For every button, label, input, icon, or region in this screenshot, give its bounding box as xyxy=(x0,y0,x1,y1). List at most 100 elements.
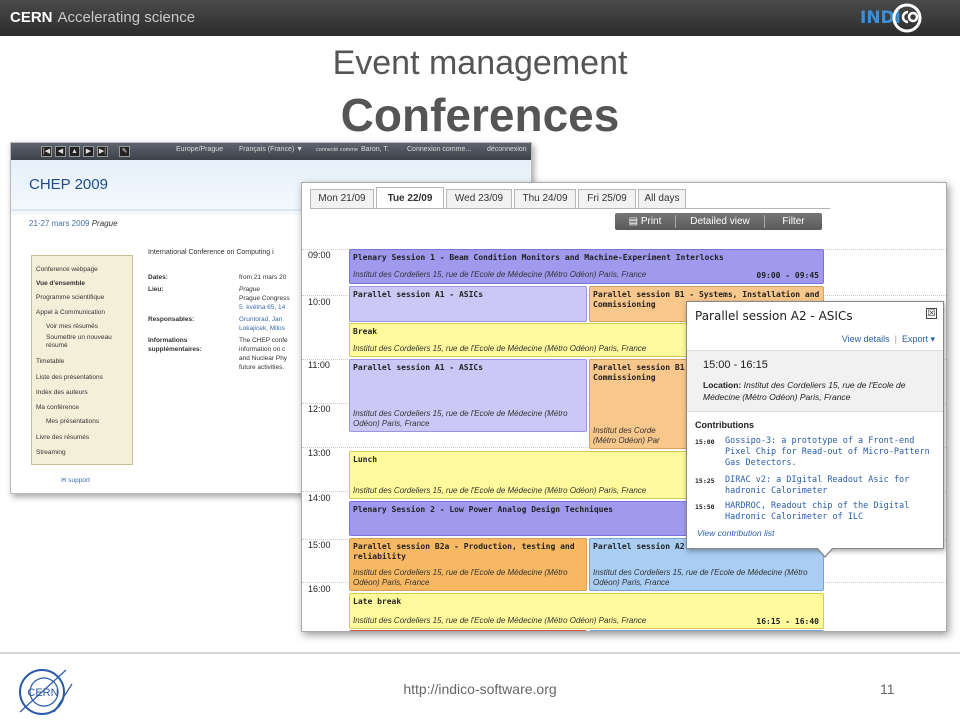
more-info-text: and Nuclear Phy xyxy=(239,355,288,362)
cern-logo-icon: CERN xyxy=(19,669,73,715)
menu-item[interactable]: Livre des résumés xyxy=(36,434,89,441)
contribution-time: 15:50 xyxy=(695,503,715,511)
session-block-a1[interactable]: Parallel session A1 - ASICs Institut des… xyxy=(349,359,587,432)
session-title: Late break xyxy=(353,597,402,606)
timetable-screenshot: Mon 21/09 Tue 22/09 Wed 23/09 Thu 24/09 … xyxy=(301,182,947,632)
menu-item[interactable]: Appel à Communication xyxy=(36,309,105,316)
edit-icon[interactable]: ✎ xyxy=(119,146,130,157)
menu-item[interactable]: Conference webpage xyxy=(36,266,98,273)
printer-icon: ▤ xyxy=(628,216,641,227)
cern-logo-text: CERN xyxy=(27,687,58,699)
place-address-link[interactable]: 5. května 65, 14 xyxy=(239,304,285,311)
session-location: Institut des Cordeliers 15, rue de l'Eco… xyxy=(593,568,808,587)
popup-location: Location: Institut des Cordeliers 15, ru… xyxy=(703,379,938,403)
slide-subtitle: Conferences xyxy=(340,89,620,141)
menu-item[interactable]: Index des auteurs xyxy=(36,389,88,396)
tab-fri[interactable]: Fri 25/09 xyxy=(578,189,636,208)
conference-title: CHEP 2009 xyxy=(29,176,108,193)
menu-item[interactable]: Programme scientifique xyxy=(36,294,104,301)
detailed-view-button[interactable]: Detailed view xyxy=(676,213,764,230)
session-block-partial[interactable] xyxy=(349,630,587,631)
responsible-link[interactable]: Gruntorad, Jan xyxy=(239,316,282,323)
session-block-partial[interactable] xyxy=(589,630,824,631)
support-link[interactable]: ✉ support xyxy=(61,476,90,484)
dates-value: from 21 mars 20 xyxy=(239,274,287,281)
hour-label: 16:00 xyxy=(308,584,331,594)
chevron-down-icon[interactable]: ▾ xyxy=(928,334,935,344)
timezone-select[interactable]: Europe/Prague xyxy=(176,146,223,153)
next-icon[interactable]: ▶ xyxy=(83,146,94,157)
view-details-link[interactable]: View details xyxy=(842,334,890,344)
print-label: Print xyxy=(640,216,662,227)
menu-item[interactable]: Vue d'ensemble xyxy=(36,280,85,287)
indico-logo: INDI xyxy=(858,3,952,33)
print-button[interactable]: ▤ Print xyxy=(615,213,675,230)
export-link[interactable]: Export xyxy=(902,334,928,344)
session-block-b2a[interactable]: Parallel session B2a - Production, testi… xyxy=(349,538,587,591)
indico-co-icon xyxy=(892,3,922,33)
menu-item[interactable]: Ma conférence xyxy=(36,404,79,411)
menu-subitem[interactable]: Soumettre un nouveau xyxy=(46,334,112,341)
responsible-link[interactable]: Lokajicek, Milos xyxy=(239,325,285,332)
more-info-text: information on c xyxy=(239,346,286,353)
session-block-a1[interactable]: Parallel session A1 - ASICs xyxy=(349,286,587,322)
first-icon[interactable]: |◀ xyxy=(41,146,52,157)
language-select[interactable]: Français (France) ▼ xyxy=(239,146,303,153)
hour-label: 13:00 xyxy=(308,448,331,458)
hour-label: 12:00 xyxy=(308,404,331,414)
prev-icon[interactable]: ◀ xyxy=(55,146,66,157)
popup-summary: 15:00 - 16:15 Location: Institut des Cor… xyxy=(687,350,943,412)
place-value: Prague Congress xyxy=(239,295,290,302)
menu-item[interactable]: Liste des présentations xyxy=(36,374,103,381)
menu-subitem[interactable]: Voir mes résumés xyxy=(46,323,98,330)
last-icon[interactable]: ▶| xyxy=(97,146,108,157)
popup-title: Parallel session A2 - ASICs xyxy=(695,309,853,323)
contributions-heading: Contributions xyxy=(695,420,754,430)
menu-item[interactable]: Streaming xyxy=(36,449,66,456)
tab-underline xyxy=(310,208,830,209)
responsible-label: Responsables: xyxy=(148,316,195,323)
session-time: 16:15 - 16:40 xyxy=(756,617,819,626)
logout-link[interactable]: déconnexion xyxy=(487,146,527,153)
view-contribution-list-link[interactable]: View contribution list xyxy=(697,528,774,538)
session-popup: Parallel session A2 - ASICs ☒ View detai… xyxy=(686,301,944,549)
contribution-link[interactable]: DIRAC v2: a DIgital Readout Asic for had… xyxy=(725,475,935,497)
session-block-plenary-1[interactable]: Plenary Session 1 - Beam Condition Monit… xyxy=(349,249,824,284)
conference-intro: International Conference on Computing i xyxy=(148,249,274,256)
tab-wed[interactable]: Wed 23/09 xyxy=(446,189,512,208)
menu-item[interactable]: Timetable xyxy=(36,358,64,365)
popup-links: View details | Export ▾ xyxy=(842,334,935,345)
close-icon[interactable]: ☒ xyxy=(926,308,937,319)
conference-date-range: 21-27 mars 2009 xyxy=(29,219,90,228)
timetable-toolbar: ▤ Print Detailed view Filter xyxy=(615,213,822,230)
contribution-link[interactable]: HARDROC, Readout chip of the Digital Had… xyxy=(725,501,935,523)
up-icon[interactable]: ▲ xyxy=(69,146,80,157)
session-location: Institut des Cordeliers 15, rue de l'Eco… xyxy=(353,616,647,625)
menu-subitem-cont[interactable]: résumé xyxy=(46,342,68,349)
contribution-time: 15:00 xyxy=(695,438,715,446)
connected-as-label: connecté comme xyxy=(316,147,358,153)
footer-url[interactable]: http://indico-software.org xyxy=(380,681,580,697)
hour-label: 11:00 xyxy=(308,360,330,370)
tab-thu[interactable]: Thu 24/09 xyxy=(514,189,576,208)
popup-time: 15:00 - 16:15 xyxy=(703,359,768,371)
support-label: support xyxy=(68,477,90,484)
tab-tue[interactable]: Tue 22/09 xyxy=(376,187,444,208)
tab-all-days[interactable]: All days xyxy=(638,189,686,208)
filter-button[interactable]: Filter xyxy=(765,213,822,230)
contribution-link[interactable]: Gossipo-3: a prototype of a Front-end Pi… xyxy=(725,436,935,469)
late-break-block[interactable]: Late break Institut des Cordeliers 15, r… xyxy=(349,593,824,629)
contribution-time: 15:25 xyxy=(695,477,715,485)
login-as-link[interactable]: Connexion comme... xyxy=(407,146,471,153)
user-name[interactable]: Baron, T. xyxy=(361,146,389,153)
link-separator: | xyxy=(894,334,897,344)
session-title: Plenary Session 1 - Beam Condition Monit… xyxy=(353,253,724,262)
more-info-text: future activities. xyxy=(239,364,285,371)
tab-mon[interactable]: Mon 21/09 xyxy=(310,189,374,208)
session-title: Parallel session A1 - ASICs xyxy=(353,290,484,299)
place-value: Prague xyxy=(239,286,260,293)
conference-place: Prague xyxy=(91,219,118,228)
brand-tagline: Accelerating science xyxy=(57,9,196,26)
menu-subitem[interactable]: Mes présentations xyxy=(46,418,99,425)
hour-label: 09:00 xyxy=(308,250,331,260)
